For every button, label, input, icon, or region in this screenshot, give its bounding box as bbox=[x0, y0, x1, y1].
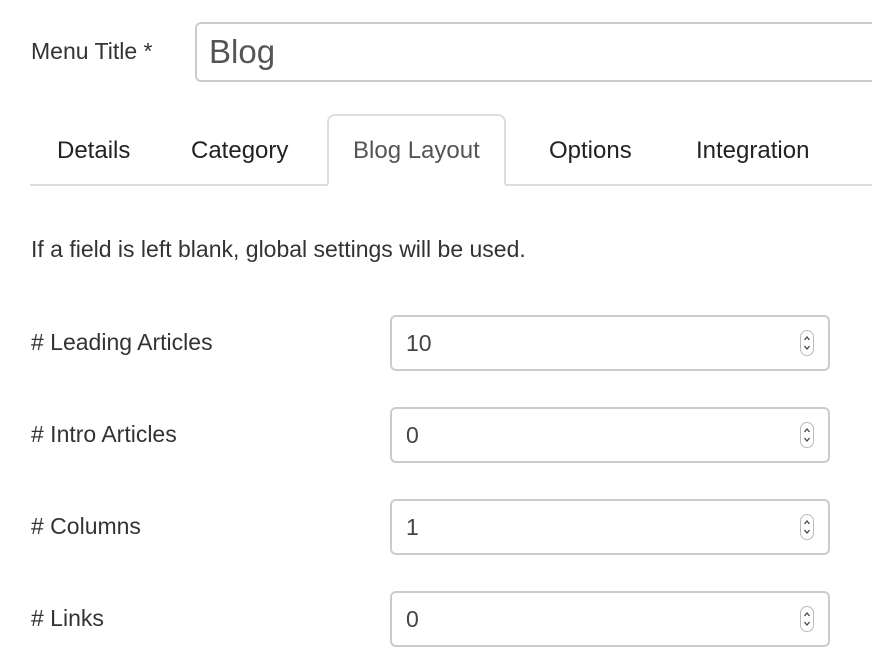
menu-title-input[interactable] bbox=[195, 22, 872, 82]
tab-bar: Details Category Blog Layout Options Int… bbox=[30, 114, 872, 186]
menu-title-label: Menu Title * bbox=[31, 38, 153, 64]
input-value: 1 bbox=[406, 514, 419, 540]
field-label: # Columns bbox=[31, 513, 141, 539]
intro-articles-input[interactable]: 0 bbox=[390, 407, 830, 463]
field-columns: # Columns 1 bbox=[0, 499, 872, 555]
field-intro-articles: # Intro Articles 0 bbox=[0, 407, 872, 463]
input-value: 10 bbox=[406, 330, 432, 356]
leading-articles-input[interactable]: 10 bbox=[390, 315, 830, 371]
input-value: 0 bbox=[406, 606, 419, 632]
tab-details[interactable]: Details bbox=[57, 114, 130, 186]
input-value: 0 bbox=[406, 422, 419, 448]
field-leading-articles: # Leading Articles 10 bbox=[0, 315, 872, 371]
up-down-spinner-icon[interactable] bbox=[800, 422, 814, 448]
up-down-spinner-icon[interactable] bbox=[800, 330, 814, 356]
global-settings-note: If a field is left blank, global setting… bbox=[31, 236, 526, 262]
tab-options[interactable]: Options bbox=[549, 114, 632, 186]
columns-input[interactable]: 1 bbox=[390, 499, 830, 555]
up-down-spinner-icon[interactable] bbox=[800, 514, 814, 540]
tab-category[interactable]: Category bbox=[191, 114, 288, 186]
field-label: # Links bbox=[31, 605, 104, 631]
links-input[interactable]: 0 bbox=[390, 591, 830, 647]
tab-integration[interactable]: Integration bbox=[696, 114, 809, 186]
up-down-spinner-icon[interactable] bbox=[800, 606, 814, 632]
field-label: # Leading Articles bbox=[31, 329, 213, 355]
field-links: # Links 0 bbox=[0, 591, 872, 647]
tab-blog-layout[interactable]: Blog Layout bbox=[327, 114, 506, 186]
menu-item-edit-form: Menu Title * Details Category Blog Layou… bbox=[0, 0, 872, 658]
field-label: # Intro Articles bbox=[31, 421, 177, 447]
